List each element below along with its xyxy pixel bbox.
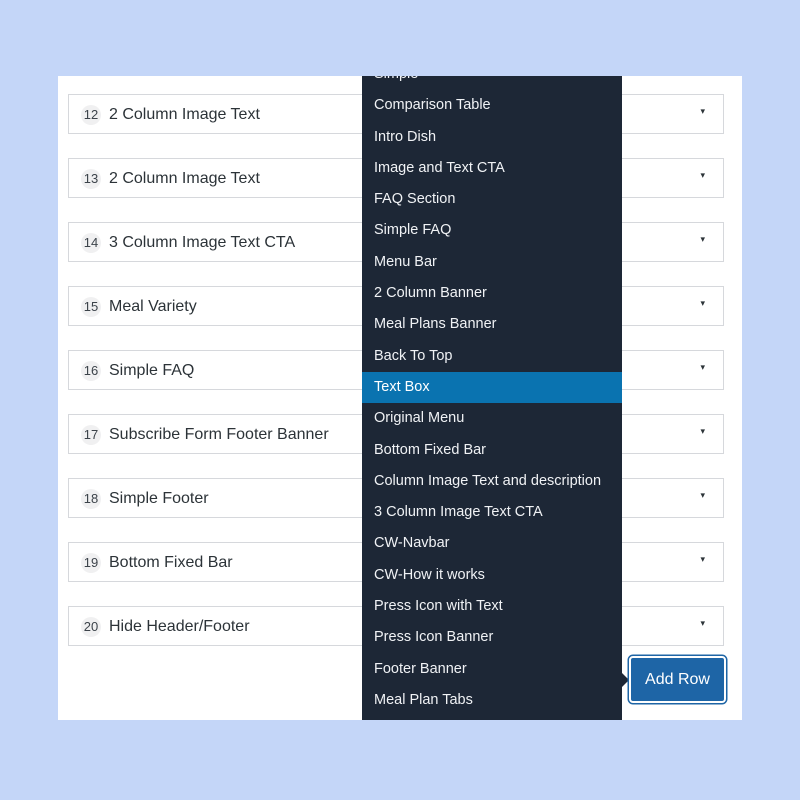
caret-down-icon[interactable]: ▾ [700,234,705,245]
caret-down-icon[interactable]: ▾ [700,170,705,181]
dropdown-option[interactable]: Press Icon with Text [362,591,622,622]
row-label: 3 Column Image Text CTA [109,234,296,251]
dropdown-option[interactable]: Simple FAQ [362,215,622,246]
dropdown-pointer-arrow-icon [622,673,629,687]
row-number-badge: 13 [81,169,101,189]
row-number-badge: 19 [81,553,101,573]
row-number-badge: 18 [81,489,101,509]
row-label: Subscribe Form Footer Banner [109,426,329,443]
row-label: 2 Column Image Text [109,106,260,123]
dropdown-option[interactable]: Intro Dish [362,122,622,153]
dropdown-option[interactable]: Menu Bar [362,247,622,278]
add-row-button[interactable]: Add Row [629,656,726,703]
dropdown-option[interactable]: Image and Text CTA [362,153,622,184]
dropdown-option[interactable]: Simple [362,76,622,90]
dropdown-option[interactable]: 3 Column Image Text CTA [362,497,622,528]
caret-down-icon[interactable]: ▾ [700,106,705,117]
dropdown-option[interactable]: CW-Navbar [362,528,622,559]
row-label: Meal Variety [109,298,197,315]
caret-down-icon[interactable]: ▾ [700,426,705,437]
dropdown-option[interactable]: Column Image Text and description [362,466,622,497]
dropdown-option[interactable]: CW-How it works [362,560,622,591]
dropdown-option[interactable]: Original Menu [362,403,622,434]
dropdown-options-list: Simple Comparison Table Intro Dish Image… [362,76,622,716]
dropdown-option[interactable]: Press Icon Banner [362,622,622,653]
caret-down-icon[interactable]: ▾ [700,298,705,309]
row-label: Hide Header/Footer [109,618,250,635]
row-number-badge: 16 [81,361,101,381]
dropdown-option[interactable]: Comparison Table [362,90,622,121]
caret-down-icon[interactable]: ▾ [700,362,705,373]
row-number-badge: 15 [81,297,101,317]
caret-down-icon[interactable]: ▾ [700,554,705,565]
dropdown-option[interactable]: Meal Plan Tabs [362,685,622,716]
caret-down-icon[interactable]: ▾ [700,490,705,501]
row-number-badge: 20 [81,617,101,637]
row-label: Simple Footer [109,490,209,507]
layout-select-dropdown[interactable]: Simple Comparison Table Intro Dish Image… [362,76,622,720]
dropdown-option[interactable]: 2 Column Banner [362,278,622,309]
dropdown-option[interactable]: FAQ Section [362,184,622,215]
row-number-badge: 14 [81,233,101,253]
dropdown-option-selected[interactable]: Text Box [362,371,622,404]
caret-down-icon[interactable]: ▾ [700,618,705,629]
row-label: Bottom Fixed Bar [109,554,233,571]
row-label: 2 Column Image Text [109,170,260,187]
row-label: Simple FAQ [109,362,195,379]
dropdown-option[interactable]: Back To Top [362,341,622,372]
dropdown-option[interactable]: Bottom Fixed Bar [362,435,622,466]
dropdown-option[interactable]: Footer Banner [362,654,622,685]
row-number-badge: 12 [81,105,101,125]
dropdown-option[interactable]: Meal Plans Banner [362,309,622,340]
row-number-badge: 17 [81,425,101,445]
